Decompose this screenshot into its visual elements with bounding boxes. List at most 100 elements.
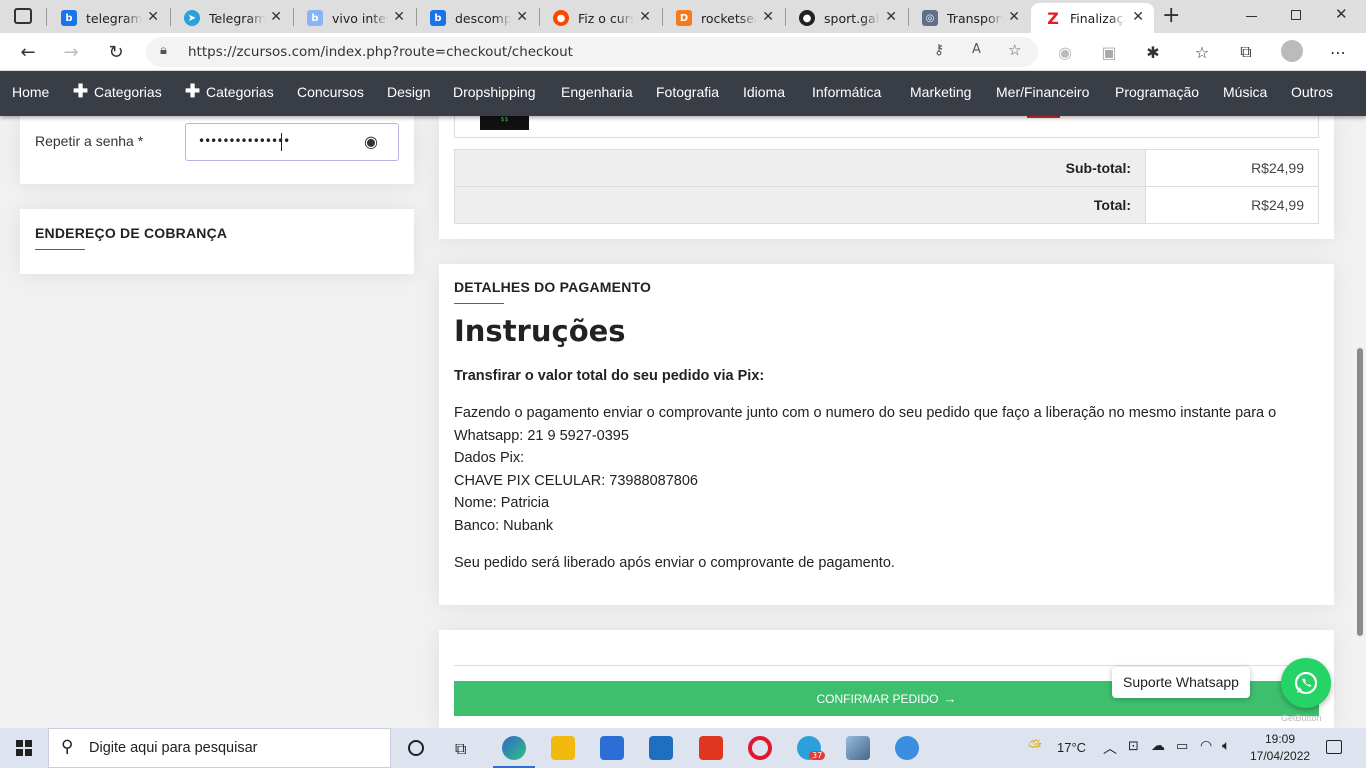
taskbar-search-box[interactable]: ⚲ Digite aqui para pesquisar	[48, 728, 391, 768]
menu-item-informatica[interactable]: Informática	[812, 84, 881, 100]
extension-icon-1[interactable]: ◉	[1051, 38, 1079, 66]
menu-item-outros[interactable]: Outros	[1291, 84, 1333, 100]
tab-8-active[interactable]: Z Finalizaçã ✕	[1031, 3, 1154, 33]
notification-icon[interactable]	[1326, 740, 1342, 754]
close-tab-icon[interactable]: ✕	[393, 9, 405, 25]
forward-icon[interactable]: →	[57, 38, 85, 66]
temperature[interactable]: 17°C	[1057, 740, 1086, 755]
collections-icon[interactable]: ⧉	[1232, 38, 1260, 66]
whatsapp-button[interactable]	[1281, 658, 1331, 708]
close-tab-icon[interactable]: ✕	[1008, 9, 1020, 25]
notepad-icon[interactable]	[846, 736, 870, 760]
clock-date[interactable]: 17/04/2022	[1250, 749, 1310, 763]
menu-item-concursos[interactable]: Concursos	[297, 84, 364, 100]
instructions-title: Instruções	[454, 314, 626, 348]
restore-icon[interactable]	[1291, 10, 1301, 20]
totals-table: Sub-total: R$24,99 Total: R$24,99	[454, 149, 1319, 224]
profile-avatar[interactable]	[1281, 40, 1303, 62]
menu-item-mer-financeiro[interactable]: Mer/Financeiro	[996, 84, 1089, 100]
bing-icon: b	[61, 10, 77, 26]
battery-icon[interactable]: ▭	[1176, 739, 1188, 754]
minimize-icon[interactable]	[1246, 16, 1257, 17]
clock-time[interactable]: 19:09	[1265, 732, 1295, 746]
menu-item-marketing[interactable]: Marketing	[910, 84, 971, 100]
menu-item-programacao[interactable]: Programação	[1115, 84, 1199, 100]
close-tab-icon[interactable]: ✕	[270, 9, 282, 25]
show-password-eye-icon[interactable]: ◉	[364, 132, 378, 151]
read-aloud-icon[interactable]: A	[972, 42, 981, 57]
payment-details-card: DETALHES DO PAGAMENTO Instruções Transfi…	[439, 264, 1334, 605]
close-tab-icon[interactable]: ✕	[762, 9, 774, 25]
new-tab-button[interactable]: +	[1162, 3, 1180, 28]
menu-item-musica[interactable]: Música	[1223, 84, 1267, 100]
tab-0[interactable]: btelegram c✕	[47, 3, 169, 33]
tab-2[interactable]: bvivo intern✕	[293, 3, 415, 33]
file-explorer-icon[interactable]	[551, 736, 575, 760]
tab-4[interactable]: ●Fiz o curso✕	[539, 3, 661, 33]
cortana-icon[interactable]	[408, 740, 424, 756]
menu-item-engenharia[interactable]: Engenharia	[561, 84, 633, 100]
menu-item-design[interactable]: Design	[387, 84, 431, 100]
more-menu-icon[interactable]: ⋯	[1324, 38, 1352, 66]
bing-icon: b	[307, 10, 323, 26]
volume-icon[interactable]: 🔈︎	[1222, 738, 1230, 754]
address-bar-row: ← → ↻ 🔒︎ https://zcursos.com/index.php?r…	[0, 33, 1366, 71]
store-icon[interactable]	[600, 736, 624, 760]
z-icon: Z	[1045, 9, 1061, 28]
close-tab-icon[interactable]: ✕	[516, 9, 528, 25]
qbittorrent-icon[interactable]	[895, 736, 919, 760]
weather-icon[interactable]: ⛅︎	[1028, 737, 1042, 757]
close-window-icon[interactable]: ✕	[1335, 5, 1348, 23]
tab-1[interactable]: ➤Telegram D✕	[170, 3, 292, 33]
tab-7[interactable]: ◎Transporta✕	[908, 3, 1030, 33]
menu-item-categorias-2[interactable]: Categorias	[206, 84, 274, 100]
favorites-icon[interactable]: ☆	[1188, 38, 1216, 66]
refresh-icon[interactable]: ↻	[102, 38, 130, 66]
office-icon[interactable]	[699, 736, 723, 760]
tab-5[interactable]: Drocketseat✕	[662, 3, 784, 33]
windows-start-icon[interactable]	[16, 740, 32, 756]
extensions-icon[interactable]: ✱	[1139, 38, 1167, 66]
close-tab-icon[interactable]: ✕	[1132, 9, 1144, 25]
instructions-subtitle: Transfirar o valor total do seu pedido v…	[454, 368, 765, 384]
url-field[interactable]: 🔒︎ https://zcursos.com/index.php?route=c…	[146, 37, 1038, 67]
telegram-unread-badge: 37	[809, 751, 826, 760]
chevron-up-icon[interactable]: ︿	[1103, 738, 1117, 758]
repeat-password-input[interactable]: ••••••••••••••• ◉	[185, 123, 399, 161]
opera-icon[interactable]	[748, 736, 772, 760]
menu-item-fotografia[interactable]: Fotografia	[656, 84, 719, 100]
onedrive-icon[interactable]: ☁	[1151, 738, 1165, 754]
close-tab-icon[interactable]: ✕	[639, 9, 651, 25]
wifi-icon[interactable]: ◠	[1200, 738, 1212, 754]
key-icon[interactable]: ⚷	[934, 42, 944, 58]
total-row: Total: R$24,99	[454, 186, 1319, 224]
back-icon[interactable]: ←	[14, 38, 42, 66]
lock-icon[interactable]: 🔒︎	[160, 43, 167, 58]
windows-taskbar: ⚲ Digite aqui para pesquisar ⧉ 37 ⛅︎ 17°…	[0, 728, 1366, 768]
task-view-icon[interactable]: ⧉	[455, 739, 466, 759]
menu-item-idioma[interactable]: Idioma	[743, 84, 785, 100]
menu-item-categorias-1[interactable]: Categorias	[94, 84, 162, 100]
instructions-footer: Seu pedido será liberado após enviar o c…	[454, 555, 895, 571]
tab-6[interactable]: ●sport.galer✕	[785, 3, 907, 33]
menu-item-dropshipping[interactable]: Dropshipping	[453, 84, 536, 100]
billing-address-card: ENDEREÇO DE COBRANÇA	[20, 209, 414, 274]
subtotal-label: Sub-total:	[454, 149, 1146, 187]
page-scrollbar[interactable]	[1354, 116, 1366, 728]
tab-actions-icon[interactable]	[14, 8, 32, 24]
mail-icon[interactable]	[649, 736, 673, 760]
scrollbar-thumb[interactable]	[1357, 348, 1363, 636]
bing-icon: b	[430, 10, 446, 26]
favorite-add-icon[interactable]: ☆	[1008, 41, 1021, 59]
close-tab-icon[interactable]: ✕	[885, 9, 897, 25]
product-row-bottom	[454, 116, 1319, 138]
close-tab-icon[interactable]: ✕	[147, 9, 159, 25]
tab-3[interactable]: bdescompa✕	[416, 3, 538, 33]
instructions-body: Fazendo o pagamento enviar o comprovante…	[454, 405, 1277, 534]
extension-icon-2[interactable]: ▣	[1095, 38, 1123, 66]
d-icon: D	[676, 10, 692, 26]
tray-icon-1[interactable]: ⊡	[1128, 739, 1139, 754]
whatsapp-support-tooltip[interactable]: Suporte Whatsapp	[1112, 667, 1250, 698]
edge-icon[interactable]	[502, 736, 526, 760]
menu-item-home[interactable]: Home	[12, 84, 49, 100]
